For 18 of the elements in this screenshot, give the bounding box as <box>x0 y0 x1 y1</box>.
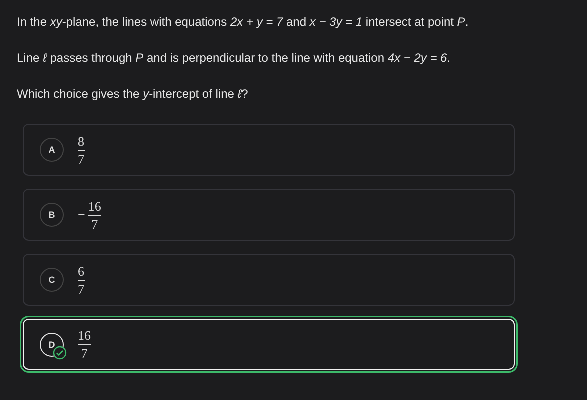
numerator: 16 <box>78 328 91 343</box>
denominator: 7 <box>81 346 88 361</box>
denominator: 7 <box>78 152 84 166</box>
minus-sign: − <box>78 207 86 223</box>
choice-letter: B <box>40 203 64 227</box>
question-text: Line ℓ passes through P and is perpendicular to the line with equation 4x − 2y = 6. <box>17 50 452 67</box>
question-text: In the xy-plane, the lines with equations 2x + y = 7 and x − 3y = 1 intersect at point P. <box>17 14 470 31</box>
answer-choice[interactable]: A 8 7 <box>23 124 515 176</box>
denominator: 7 <box>78 282 84 296</box>
answer-choice[interactable]: C 6 7 <box>23 254 515 306</box>
choice-letter: A <box>40 138 64 162</box>
numerator: 8 <box>78 134 84 148</box>
denominator: 7 <box>92 216 98 232</box>
numerator: 16 <box>88 198 102 214</box>
numerator: 6 <box>78 264 84 278</box>
answer-choice[interactable]: D 16 7 <box>23 319 515 370</box>
choice-letter: C <box>40 268 64 292</box>
question-text: Which choice gives the y-intercept of line ℓ? <box>17 86 250 103</box>
